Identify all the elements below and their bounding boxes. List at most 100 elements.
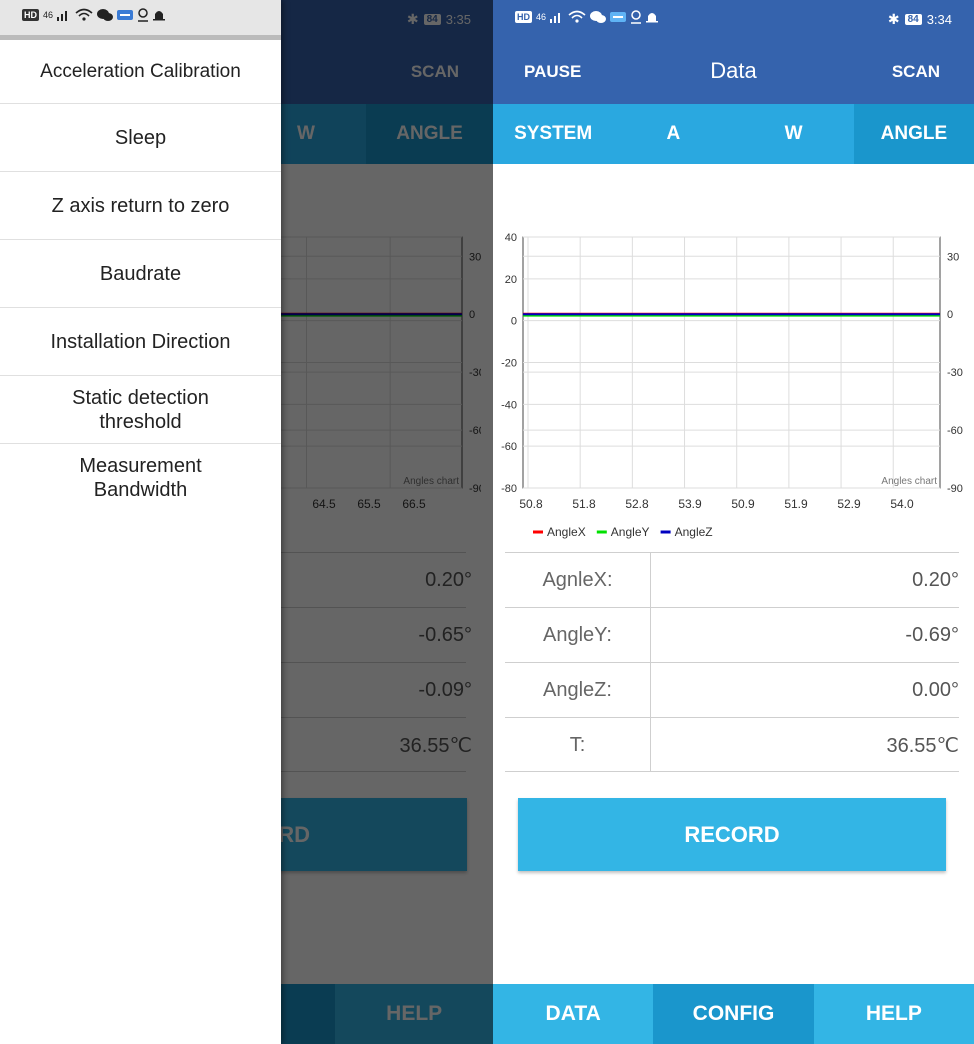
bell-icon [153,11,166,21]
tab-w[interactable]: W [281,104,366,164]
bluetooth-icon: ✱ [887,11,900,27]
network-label: 46 [536,12,547,22]
drawer-status-bar: HD 46 [0,0,281,40]
y2-tick-label: -60 [469,425,481,437]
reading-label: AngleZ: [505,663,651,717]
reading-value: -0.09° [418,678,472,701]
chart-title-label: Angles chart [881,476,937,487]
x-tick-label: 51.8 [572,497,596,511]
status-bar: HD 46 ✱ 84 3:34 [493,0,974,40]
nav-data[interactable]: DATA [493,984,653,1044]
y2-tick-label: -60 [947,425,963,437]
table-row: T: 36.55℃ [505,717,959,772]
chat-app-icon [97,9,114,21]
y-tick-label: 0 [511,316,517,328]
menu-item-installation-direction[interactable]: Installation Direction [0,308,281,376]
location-icon [631,10,642,24]
table-row: AgnleX: 0.20° [505,552,959,607]
y2-tick-label: -90 [469,483,481,495]
y-tick-label: 20 [505,274,517,286]
signal-icon [57,11,68,21]
menu-item-baudrate[interactable]: Baudrate [0,240,281,308]
reading-value: -0.65° [418,623,472,646]
nav-config[interactable]: CONFIG [653,984,814,1044]
menu-item-sleep[interactable]: Sleep [0,104,281,172]
signal-icon [550,13,561,23]
tab-system[interactable]: SYSTEM [493,104,613,164]
x-tick-label: 52.9 [837,497,861,511]
menu-item-static-detection-threshold[interactable]: Static detection threshold [0,376,281,444]
reading-value: 0.00° [912,678,959,701]
x-tick-label: 51.9 [784,497,808,511]
legend-label: AngleX [547,525,586,539]
reading-value: 0.20° [912,568,959,591]
chart-title-label: Angles chart [403,476,459,487]
app-notification-icon [610,12,627,22]
y2-tick-label: -30 [469,367,481,379]
x-tick-label: 66.5 [402,497,426,511]
y2-tick-label: -90 [947,483,963,495]
data-screen-right: HD 46 ✱ 84 3:34 Data PAUSE SCAN SYSTEM A… [493,0,974,1044]
nav-help[interactable]: HELP [814,984,974,1044]
y2-tick-label: -30 [947,367,963,379]
menu-item-z-axis-zero[interactable]: Z axis return to zero [0,172,281,240]
legend-label: AngleY [611,525,650,539]
reading-label: T: [505,718,651,772]
legend-label: AngleZ [675,525,713,539]
tab-w[interactable]: W [734,104,854,164]
nav-help[interactable]: HELP [335,984,493,1044]
data-screen-left: ✱ 84 3:35 SCAN W ANGLE 30 0 -30 -60 -90 64.5 6… [0,0,493,1044]
tab-angle[interactable]: ANGLE [366,104,493,164]
record-button[interactable]: RECORD [518,798,946,871]
hd-badge: HD [515,11,532,23]
readings-table: AgnleX: 0.20° AngleY: -0.69° AngleZ: 0.00° … [505,552,959,772]
reading-value: -0.69° [905,623,959,646]
tab-angle[interactable]: ANGLE [853,104,974,164]
clock: 3:35 [445,12,471,27]
reading-value: 36.55℃ [399,734,472,757]
bluetooth-icon: ✱ [406,11,419,27]
x-tick-label: 64.5 [312,497,336,511]
scan-button[interactable]: SCAN [411,62,459,82]
table-row: AngleZ: 0.00° [505,662,959,717]
y-tick-label: -80 [501,483,517,495]
menu-item-acceleration-calibration[interactable]: Acceleration Calibration [0,40,281,104]
x-tick-label: 52.8 [625,497,649,511]
wifi-icon [75,8,93,21]
y-tick-label: 40 [505,232,517,244]
app-notification-icon [117,10,134,20]
hd-badge: HD [22,9,39,21]
y2-tick-label: 30 [469,251,481,263]
y2-tick-label: 0 [469,309,475,321]
config-drawer: HD 46 Acceleration Calibration Sleep Z a… [0,0,281,1044]
battery-level: 84 [423,14,441,25]
reading-label: AgnleX: [505,553,651,607]
y-tick-label: -40 [501,399,517,411]
x-tick-label: 53.9 [678,497,702,511]
menu-item-measurement-bandwidth[interactable]: Measurement Bandwidth [0,444,281,512]
battery-level: 84 [904,14,922,25]
x-tick-label: 50.8 [519,497,543,511]
scan-button[interactable]: SCAN [892,62,940,82]
app-toolbar: Data PAUSE SCAN [493,40,974,104]
network-label: 46 [43,10,54,20]
pause-button[interactable]: PAUSE [524,62,581,82]
y2-tick-label: 30 [947,251,959,263]
y-tick-label: -60 [501,441,517,453]
y-tick-label: -20 [501,358,517,370]
record-label-partial: RD [278,821,310,847]
reading-value: 36.55℃ [886,734,959,757]
x-tick-label: 50.9 [731,497,755,511]
angles-chart: 40 20 0 -20 -40 -60 -80 30 0 -30 -60 -90 50.8 51.8 52.… [501,232,963,539]
reading-label: AngleY: [505,608,651,662]
x-tick-label: 54.0 [890,497,914,511]
chat-app-icon [590,11,607,23]
location-icon [138,8,149,22]
tab-bar: SYSTEM A W ANGLE [493,104,974,164]
tab-a[interactable]: A [613,104,733,164]
bottom-nav: DATA CONFIG HELP [493,984,974,1044]
x-tick-label: 65.5 [357,497,381,511]
table-row: AngleY: -0.69° [505,607,959,662]
wifi-icon [568,10,586,23]
reading-value: 0.20° [425,568,472,591]
